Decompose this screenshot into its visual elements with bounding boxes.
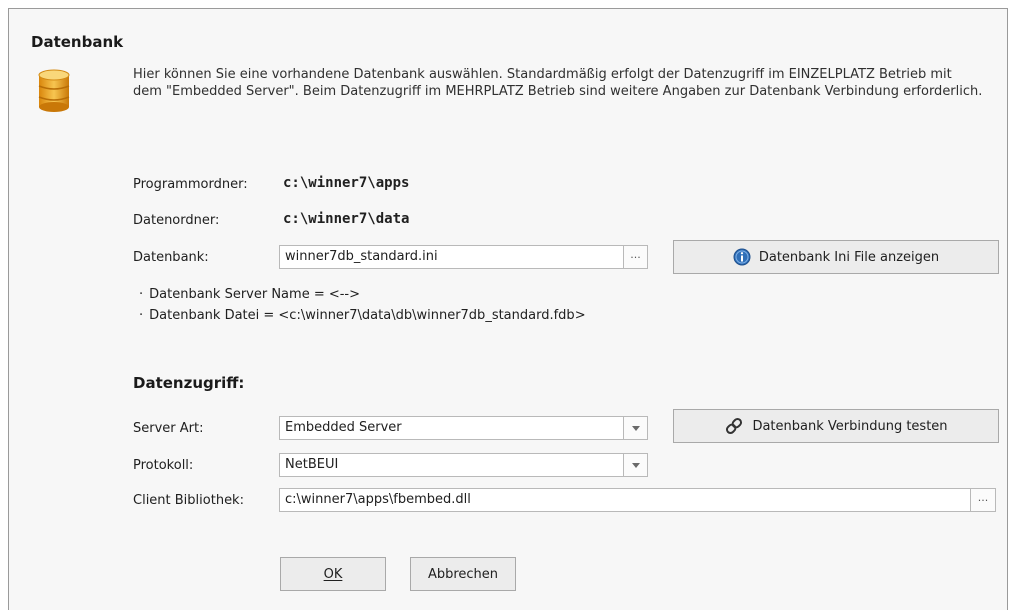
show-ini-file-button[interactable]: Datenbank Ini File anzeigen <box>673 240 999 274</box>
info-icon <box>733 248 751 266</box>
server-art-label: Server Art: <box>133 421 204 436</box>
datenzugriff-title: Datenzugriff: <box>133 374 245 392</box>
datenbank-browse-button[interactable]: ··· <box>623 245 648 269</box>
database-icon <box>37 69 71 117</box>
chevron-down-icon <box>631 462 640 468</box>
cancel-label: Abbrechen <box>427 566 499 582</box>
protokoll-label: Protokoll: <box>133 458 194 473</box>
programmordner-label: Programmordner: <box>133 177 248 192</box>
cancel-button[interactable]: Abbrechen <box>410 557 516 591</box>
test-connection-label: Datenbank Verbindung testen <box>752 418 948 434</box>
programmordner-value: c:\winner7\apps <box>283 175 410 191</box>
client-bibliothek-browse-button[interactable]: ··· <box>970 488 996 512</box>
protokoll-select[interactable]: NetBEUI <box>279 453 624 477</box>
server-name-text: Datenbank Server Name = <--> <box>149 287 361 302</box>
server-art-select[interactable]: Embedded Server <box>279 416 624 440</box>
datei-info: · Datenbank Datei = <c:\winner7\data\db\w… <box>139 308 586 323</box>
link-icon <box>724 416 744 436</box>
client-bibliothek-label: Client Bibliothek: <box>133 493 244 508</box>
protokoll-dropdown-button[interactable] <box>623 453 648 477</box>
datenordner-value: c:\winner7\data <box>283 211 410 227</box>
show-ini-file-label: Datenbank Ini File anzeigen <box>758 249 940 265</box>
server-name-info: · Datenbank Server Name = <--> <box>139 287 360 302</box>
bullet-dot: · <box>139 308 144 323</box>
chevron-down-icon <box>631 425 640 431</box>
dialog-title: Datenbank <box>31 33 124 51</box>
ok-label: OK <box>323 566 343 582</box>
datenbank-label: Datenbank: <box>133 250 209 265</box>
bullet-dot: · <box>139 287 144 302</box>
test-connection-button[interactable]: Datenbank Verbindung testen <box>673 409 999 443</box>
ok-button[interactable]: OK <box>280 557 386 591</box>
server-art-dropdown-button[interactable] <box>623 416 648 440</box>
datenordner-label: Datenordner: <box>133 213 220 228</box>
dialog-description: Hier können Sie eine vorhandene Datenban… <box>133 67 983 99</box>
datei-text: Datenbank Datei = <c:\winner7\data\db\wi… <box>149 308 586 323</box>
client-bibliothek-input[interactable]: c:\winner7\apps\fbembed.dll <box>279 488 971 512</box>
datenbank-input[interactable]: winner7db_standard.ini <box>279 245 624 269</box>
